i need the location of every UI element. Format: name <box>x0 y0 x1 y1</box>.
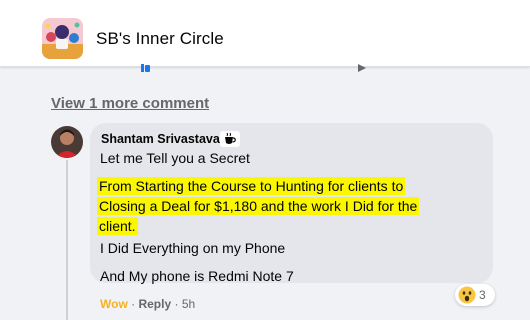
group-name[interactable]: SB's Inner Circle <box>96 29 224 49</box>
group-avatar[interactable] <box>42 18 83 59</box>
profile-photo <box>51 126 83 158</box>
group-header: SB's Inner Circle <box>0 0 530 67</box>
comment-line-3: I Did Everything on my Phone <box>100 240 286 256</box>
reaction-summary[interactable]: 3 <box>455 284 495 306</box>
comment-line-intro: Let me Tell you a Secret <box>100 150 250 166</box>
action-separator: · <box>127 297 139 311</box>
action-separator: · <box>171 297 182 311</box>
comment-timestamp[interactable]: 5h <box>182 297 195 311</box>
view-more-comments-link[interactable]: View 1 more comment <box>51 95 209 112</box>
wow-emoji-icon <box>458 286 476 304</box>
comment-actions: Wow · Reply · 5h <box>100 297 195 311</box>
reaction-count: 3 <box>479 288 486 302</box>
commenter-avatar[interactable] <box>51 126 83 158</box>
comment-author[interactable]: Shantam Srivastava <box>101 132 220 146</box>
group-avatar-illustration <box>42 18 83 59</box>
comment-line-4: And My phone is Redmi Note 7 <box>100 268 294 284</box>
wow-reaction-button[interactable]: Wow <box>100 297 128 311</box>
highlighted-span: From Starting the Course to Hunting for … <box>97 177 420 235</box>
comment-highlighted-text: From Starting the Course to Hunting for … <box>97 176 447 236</box>
coffee-cup-icon[interactable] <box>220 131 240 147</box>
like-icon[interactable] <box>141 64 150 72</box>
thread-connector <box>66 160 68 320</box>
share-icon[interactable] <box>358 64 366 72</box>
reply-button[interactable]: Reply <box>138 297 171 311</box>
